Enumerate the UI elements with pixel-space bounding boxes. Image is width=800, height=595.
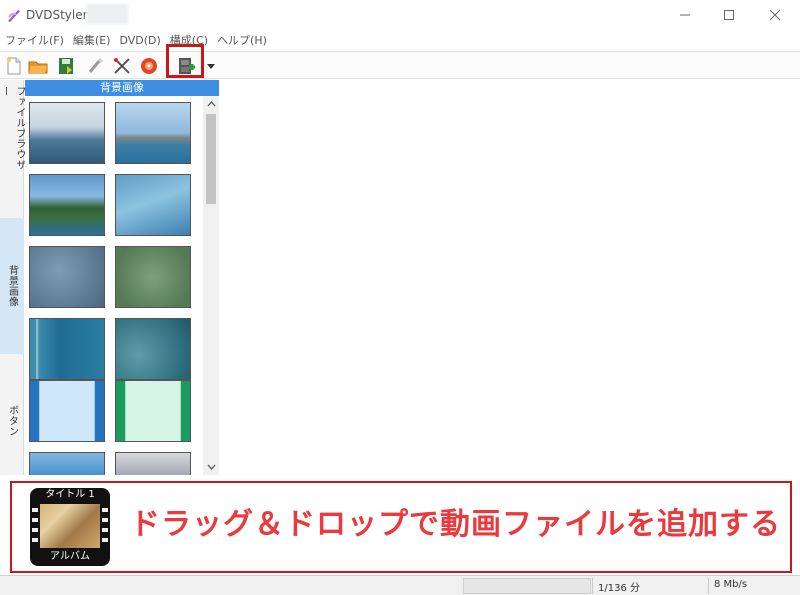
background-thumbnail[interactable] — [115, 318, 191, 380]
side-tab-bar: ファイルブラウザー 背景画像 ボタン — [0, 80, 25, 475]
background-thumbnail[interactable] — [29, 102, 105, 164]
close-button[interactable] — [752, 0, 798, 30]
background-thumbnail[interactable] — [29, 174, 105, 236]
panel-header: 背景画像 — [25, 80, 219, 96]
edit-wand-icon[interactable] — [86, 56, 106, 76]
title-thumbnail[interactable]: タイトル 1 アルバム — [30, 488, 110, 566]
menu-edit[interactable]: 編集(E) — [70, 32, 117, 48]
menu-bar: ファイル(F) 編集(E) DVD(D) 構成(C) ヘルプ(H) — [0, 30, 800, 50]
toolbar — [0, 51, 800, 79]
title-bar: DVDStyler - — [0, 0, 800, 30]
background-thumbnail[interactable] — [115, 380, 191, 442]
tab-backgrounds-label: 背景画像 — [6, 265, 18, 307]
background-thumbnail[interactable] — [115, 174, 191, 236]
tab-file-browser[interactable]: ファイルブラウザー — [0, 86, 25, 176]
title-tile-caption: アルバム — [50, 551, 90, 562]
title-tile-image — [40, 504, 100, 548]
background-thumbnail[interactable] — [29, 318, 105, 380]
scroll-thumb[interactable] — [206, 114, 216, 204]
menu-dvd[interactable]: DVD(D) — [116, 34, 166, 47]
menu-help[interactable]: ヘルプ(H) — [214, 32, 273, 48]
background-thumbnail[interactable] — [115, 452, 191, 475]
panel-scrollbar[interactable] — [203, 96, 219, 475]
status-bar: 1/136 分 8 Mb/s — [0, 575, 800, 595]
scroll-down-icon[interactable] — [203, 459, 219, 475]
title-tile-label: タイトル 1 — [45, 489, 95, 500]
background-thumbnail[interactable] — [115, 102, 191, 164]
chevron-down-icon[interactable] — [207, 64, 215, 69]
duration-readout: 1/136 分 — [598, 583, 640, 594]
bitrate-readout: 8 Mb/s — [714, 579, 748, 590]
blurred-title-region — [86, 4, 128, 24]
menu-editor-canvas[interactable] — [220, 80, 800, 475]
new-icon[interactable] — [4, 56, 24, 76]
tab-backgrounds[interactable]: 背景画像 — [0, 218, 24, 354]
dvdstyler-logo-icon — [6, 7, 22, 23]
menu-file[interactable]: ファイル(F) — [2, 32, 70, 48]
save-icon[interactable] — [56, 56, 76, 76]
burn-disc-icon[interactable] — [139, 56, 159, 76]
scroll-up-icon[interactable] — [203, 96, 219, 112]
titleset-timeline[interactable]: タイトル 1 アルバム ドラッグ＆ドロップで動画ファイルを追加する — [10, 481, 792, 573]
tab-buttons-label: ボタン — [6, 405, 18, 437]
add-video-highlight-box — [166, 44, 204, 78]
tab-file-browser-label: ファイルブラウザー — [0, 86, 25, 170]
drag-drop-instruction: ドラッグ＆ドロップで動画ファイルを追加する — [130, 507, 781, 542]
background-thumbnail[interactable] — [115, 246, 191, 308]
background-thumbnail[interactable] — [29, 246, 105, 308]
dvdstyler-window: DVDStyler - ファイル(F) 編集(E) DVD(D) 構成(C) ヘ… — [0, 0, 800, 595]
open-folder-icon[interactable] — [28, 56, 48, 76]
background-thumbnail[interactable] — [29, 452, 105, 475]
disc-usage-bar — [463, 578, 591, 594]
settings-tools-icon[interactable] — [112, 56, 132, 76]
background-panel: 背景画像 — [25, 80, 219, 475]
minimize-button[interactable] — [662, 0, 708, 30]
maximize-button[interactable] — [706, 0, 752, 30]
background-thumbnail[interactable] — [29, 380, 105, 442]
tab-buttons[interactable]: ボタン — [0, 376, 24, 466]
